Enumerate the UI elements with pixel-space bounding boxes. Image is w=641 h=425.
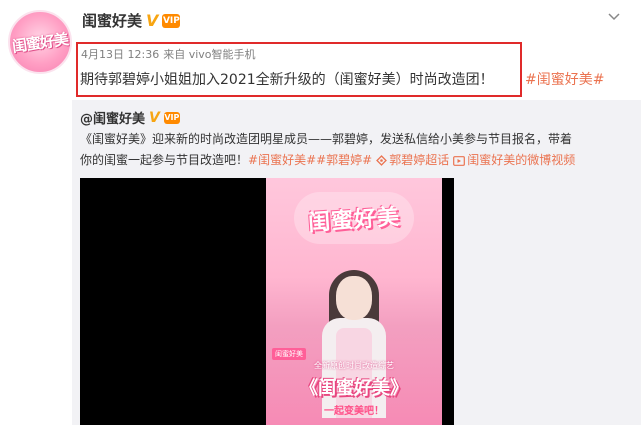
vip-member-icon: VIP	[162, 13, 181, 28]
repost-text-line2: 你的闺蜜一起参与节目改造吧！#闺蜜好美##郭碧婷# 郭碧婷超话 闺蜜好美的微博视频	[80, 151, 575, 168]
post-hashtag[interactable]: #闺蜜好美#	[525, 69, 604, 89]
author-name[interactable]: 闺蜜好美	[82, 10, 142, 31]
poster-badge: 闺蜜好美	[272, 348, 306, 360]
repost-author-row: @闺蜜好美 V VIP	[80, 108, 180, 127]
post-source: 来自 vivo智能手机	[163, 48, 256, 61]
poster-caption: 全新原创时尚改造综艺	[314, 361, 394, 370]
weibo-video-link[interactable]: 闺蜜好美的微博视频	[467, 153, 575, 167]
post-timestamp[interactable]: 4月13日 12:36	[81, 48, 159, 61]
supertopic-icon	[376, 155, 388, 166]
post-meta: 4月13日 12:36 来自 vivo智能手机	[81, 46, 256, 62]
video-player[interactable]: 闺蜜好美 闺蜜好美 全新原创时尚改造综艺 《闺蜜好美》 一起变美吧！	[80, 178, 454, 425]
chevron-down-icon[interactable]	[607, 10, 621, 24]
poster-title: 《闺蜜好美》	[300, 378, 408, 399]
poster-subtitle: 一起变美吧！	[324, 406, 384, 417]
vip-member-icon: VIP	[163, 111, 180, 124]
reposted-content: @闺蜜好美 V VIP 《闺蜜好美》迎来新的时尚改造团明星成员——郭碧婷，发送私…	[72, 100, 641, 425]
video-icon	[453, 155, 466, 166]
avatar-logo-text: 闺蜜好美	[11, 29, 70, 56]
poster-person-face	[336, 276, 372, 320]
supertopic-link[interactable]: 郭碧婷超话	[389, 153, 449, 167]
post-body-text: 期待郭碧婷小姐姐加入2021全新升级的（闺蜜好美）时尚改造团！	[80, 72, 494, 88]
avatar[interactable]: 闺蜜好美	[8, 10, 72, 74]
repost-author-name[interactable]: @闺蜜好美	[80, 108, 145, 127]
video-poster: 闺蜜好美 闺蜜好美 全新原创时尚改造综艺 《闺蜜好美》 一起变美吧！	[266, 178, 442, 425]
repost-text-line1: 《闺蜜好美》迎来新的时尚改造团明星成员——郭碧婷，发送私信给小美参与节目报名，带…	[80, 132, 573, 146]
post-author-row: 闺蜜好美 V VIP	[82, 10, 181, 31]
verified-icon: V	[146, 10, 159, 30]
repost-hashtags[interactable]: #闺蜜好美##郭碧婷#	[248, 153, 372, 167]
repost-text-tail: 你的闺蜜一起参与节目改造吧！	[80, 153, 249, 167]
verified-icon: V	[149, 109, 160, 126]
